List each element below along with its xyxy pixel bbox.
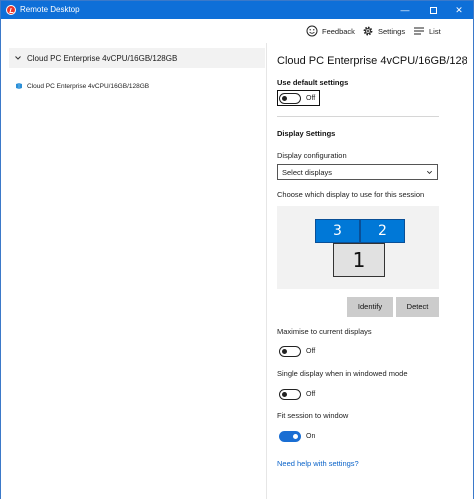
list-item-cloud-pc[interactable]: Cloud PC Enterprise 4vCPU/16GB/128GB <box>15 82 149 90</box>
list-item-label: Cloud PC Enterprise 4vCPU/16GB/128GB <box>27 82 150 90</box>
maximise-toggle[interactable]: Off <box>279 346 315 357</box>
close-button[interactable]: ✕ <box>447 1 471 19</box>
identify-button[interactable]: Identify <box>347 297 393 317</box>
monitor-3[interactable]: 3 <box>315 219 360 243</box>
feedback-icon <box>306 25 318 37</box>
toggle-state: Off <box>306 95 316 102</box>
use-default-toggle[interactable]: Off <box>279 93 315 104</box>
display-config-select[interactable]: Select displays <box>277 164 438 180</box>
remote-desktop-window: Remote Desktop — ✕ Feedback Settings Lis… <box>0 0 474 499</box>
monitor-1[interactable]: 1 <box>333 243 385 277</box>
help-link[interactable]: Need help with settings? <box>277 459 359 468</box>
detect-button[interactable]: Detect <box>396 297 439 317</box>
cloud-pc-icon <box>16 83 22 89</box>
toggle-state: Off <box>306 391 316 398</box>
fit-session-toggle[interactable]: On <box>279 431 315 442</box>
maximise-label: Maximise to current displays <box>277 327 372 336</box>
use-default-label: Use default settings <box>277 78 349 87</box>
window-title: Remote Desktop <box>20 5 80 14</box>
settings-panel: Cloud PC Enterprise 4vCPU/16GB/128GB Use… <box>267 43 473 499</box>
toggle-state: Off <box>306 348 316 355</box>
display-config-label: Display configuration <box>277 151 347 160</box>
section-divider <box>277 116 439 117</box>
chevron-down-icon <box>427 170 432 174</box>
toolbar: Feedback Settings List <box>1 19 473 43</box>
select-value: Select displays <box>282 168 333 177</box>
gear-icon <box>363 26 373 36</box>
settings-button[interactable]: Settings <box>362 24 405 38</box>
connections-pane: Cloud PC Enterprise 4vCPU/16GB/128GB Clo… <box>1 43 266 499</box>
group-label: Cloud PC Enterprise 4vCPU/16GB/128GB <box>27 53 178 63</box>
display-arrangement: 3 2 1 <box>277 206 439 289</box>
maximize-button[interactable] <box>421 1 445 19</box>
toggle-track <box>279 346 301 357</box>
toggle-knob <box>282 348 287 354</box>
workspace-group-header[interactable]: Cloud PC Enterprise 4vCPU/16GB/128GB <box>9 48 265 68</box>
display-settings-heading: Display Settings <box>277 129 336 138</box>
app-logo-icon <box>6 5 16 15</box>
list-view-button[interactable]: List <box>413 24 441 38</box>
settings-label: Settings <box>378 26 406 36</box>
toggle-state: On <box>306 433 316 440</box>
chevron-down-icon <box>15 56 21 60</box>
title-bar[interactable]: Remote Desktop — ✕ <box>1 1 473 19</box>
toggle-knob <box>282 391 287 397</box>
feedback-button[interactable]: Feedback <box>306 24 355 38</box>
minimize-button[interactable]: — <box>393 1 417 19</box>
single-display-toggle[interactable]: Off <box>279 389 315 400</box>
toggle-track <box>279 431 301 442</box>
panel-title: Cloud PC Enterprise 4vCPU/16GB/128GB <box>277 55 467 67</box>
fit-session-label: Fit session to window <box>277 411 349 420</box>
toggle-track <box>279 389 301 400</box>
single-display-label: Single display when in windowed mode <box>277 369 408 378</box>
list-icon <box>414 27 424 35</box>
toggle-knob <box>293 433 298 439</box>
choose-display-label: Choose which display to use for this ses… <box>277 190 425 199</box>
feedback-label: Feedback <box>322 26 355 36</box>
scrollbar[interactable] <box>463 57 469 65</box>
list-label: List <box>429 26 441 36</box>
toggle-knob <box>282 95 287 101</box>
monitor-2[interactable]: 2 <box>360 219 405 243</box>
toggle-track <box>279 93 301 104</box>
